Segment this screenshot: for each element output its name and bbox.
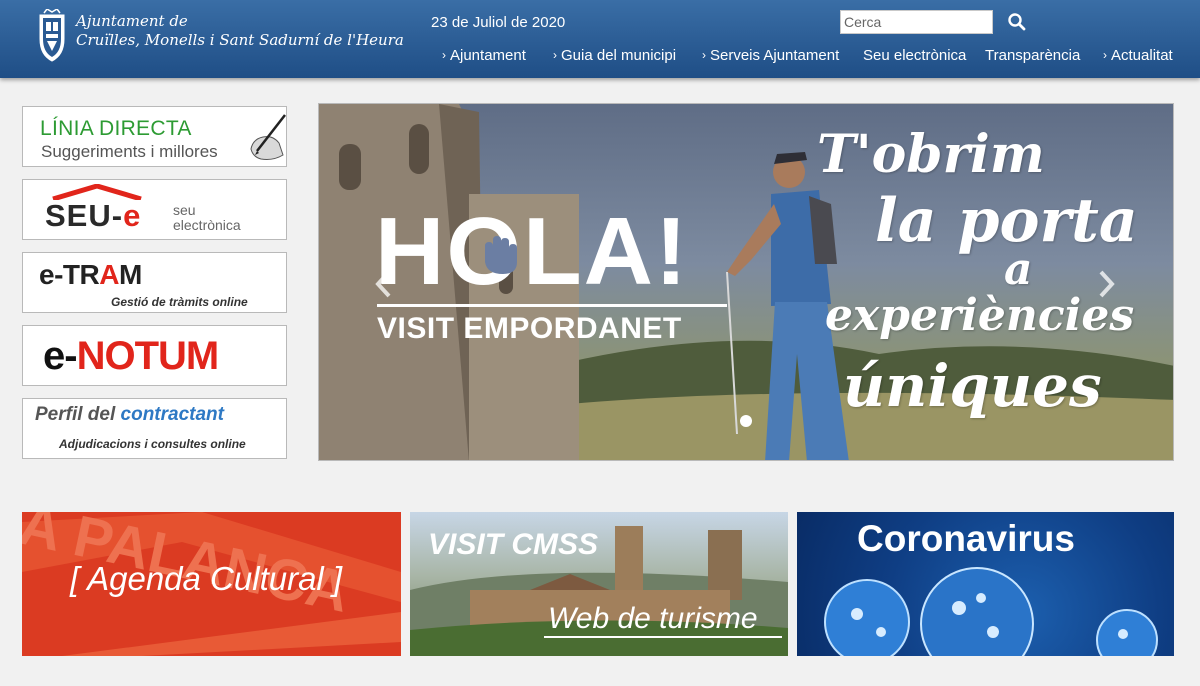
nav-item-guia-municipi[interactable]: › Guia del municipi — [553, 47, 676, 64]
seu-e-logo: SEU-e — [45, 198, 141, 234]
carousel-indicator-dot[interactable] — [740, 415, 752, 427]
chevron-right-icon: › — [702, 48, 706, 62]
nav-item-ajuntament[interactable]: › Ajuntament — [442, 47, 526, 64]
site-name[interactable]: Ajuntament de Cruïlles, Monells i Sant S… — [76, 12, 404, 50]
seu-e-logo-main: SEU- — [45, 198, 124, 233]
nav-item-serveis[interactable]: › Serveis Ajuntament — [702, 47, 839, 64]
visit-empordanet-text: VISIT EMPORDANET — [377, 312, 682, 345]
perfil-subtitle: Adjudicacions i consultes online — [59, 437, 246, 451]
agenda-cultural-text: [ Agenda Cultural ] — [70, 560, 343, 597]
chevron-right-icon[interactable] — [1095, 269, 1117, 299]
slogan-line-1: T'obrim — [817, 124, 1045, 185]
e-notum-logo: e-NOTUM — [43, 334, 220, 379]
search-icon[interactable] — [1006, 11, 1028, 33]
chevron-right-icon: › — [553, 48, 557, 62]
slogan-line-5: úniques — [843, 352, 1102, 420]
visit-cmss-text: VISIT CMSS — [428, 528, 599, 561]
search-input[interactable] — [840, 10, 993, 34]
visit-cmss-banner[interactable]: VISIT CMSS Web de turisme — [410, 512, 788, 656]
hand-writing-icon — [250, 114, 286, 160]
perfil-title: Perfil del contractant — [35, 404, 224, 426]
e-notum-button[interactable]: e-NOTUM — [22, 325, 287, 386]
hola-title: HOLA! — [375, 198, 689, 305]
e-tram-logo: e-TRAM — [39, 259, 142, 291]
e-tram-logo-main: e-TR — [39, 259, 100, 290]
coronavirus-text: Coronavirus — [857, 518, 1075, 559]
nav-item-actualitat[interactable]: › Actualitat — [1103, 47, 1173, 64]
chevron-right-icon: › — [1103, 48, 1107, 62]
coronavirus-banner[interactable]: Coronavirus — [797, 512, 1174, 656]
linia-directa-subtitle: Suggeriments i millores — [41, 142, 218, 161]
linia-directa-title: LÍNIA DIRECTA — [40, 117, 192, 140]
nav-item-label: Seu electrònica — [863, 47, 967, 64]
e-tram-subtitle: Gestió de tràmits online — [111, 295, 248, 309]
e-notum-logo-main: e- — [43, 334, 78, 378]
web-turisme-text: Web de turisme — [548, 602, 758, 635]
e-tram-button[interactable]: e-TRAM Gestió de tràmits online — [22, 252, 287, 313]
slogan-line-4: experiències — [825, 290, 1135, 341]
linia-directa-button[interactable]: LÍNIA DIRECTA Suggeriments i millores — [22, 106, 287, 167]
site-header: Ajuntament de Cruïlles, Monells i Sant S… — [0, 0, 1200, 78]
perfil-title-b: contractant — [120, 404, 224, 425]
main-nav: › Ajuntament › Guia del municipi › Serveis … — [0, 47, 1200, 67]
seu-electronica-button[interactable]: SEU-e seu electrònica — [22, 179, 287, 240]
nav-item-transparencia[interactable]: Transparència — [985, 47, 1080, 64]
nav-item-seu-electronica[interactable]: Seu electrònica — [863, 47, 966, 64]
waving-hand-icon — [485, 236, 517, 274]
seu-e-subtitle-line2: electrònica — [173, 217, 241, 233]
e-tram-logo-end: M — [118, 259, 142, 290]
nav-item-label: Guia del municipi — [561, 47, 677, 64]
seu-e-logo-red: e — [123, 198, 142, 233]
perfil-contractant-button[interactable]: Perfil del contractant Adjudicacions i c… — [22, 398, 287, 459]
perfil-title-a: Perfil del — [35, 404, 121, 425]
web-turisme-underline — [544, 636, 782, 638]
site-name-line1: Ajuntament de — [76, 12, 188, 30]
chevron-left-icon[interactable] — [373, 269, 395, 299]
seu-e-subtitle-line1: seu — [173, 202, 196, 218]
nav-item-label: Transparència — [985, 47, 1081, 64]
nav-item-label: Ajuntament — [450, 47, 526, 64]
current-date: 23 de Juliol de 2020 — [431, 14, 566, 31]
nav-item-label: Actualitat — [1111, 47, 1173, 64]
slogan-line-3: a — [1004, 244, 1033, 295]
hola-divider — [377, 304, 727, 307]
e-notum-logo-red: NOTUM — [76, 334, 220, 378]
chevron-right-icon: › — [442, 48, 446, 62]
agenda-cultural-banner[interactable]: A PALANCA [ Agenda Cultural ] — [22, 512, 401, 656]
e-tram-logo-red: A — [99, 259, 119, 290]
nav-item-label: Serveis Ajuntament — [710, 47, 840, 64]
seu-e-subtitle: seu electrònica — [173, 203, 241, 233]
hero-carousel[interactable]: HOLA! VISIT EMPORDANET T'obrim la porta … — [318, 103, 1174, 461]
